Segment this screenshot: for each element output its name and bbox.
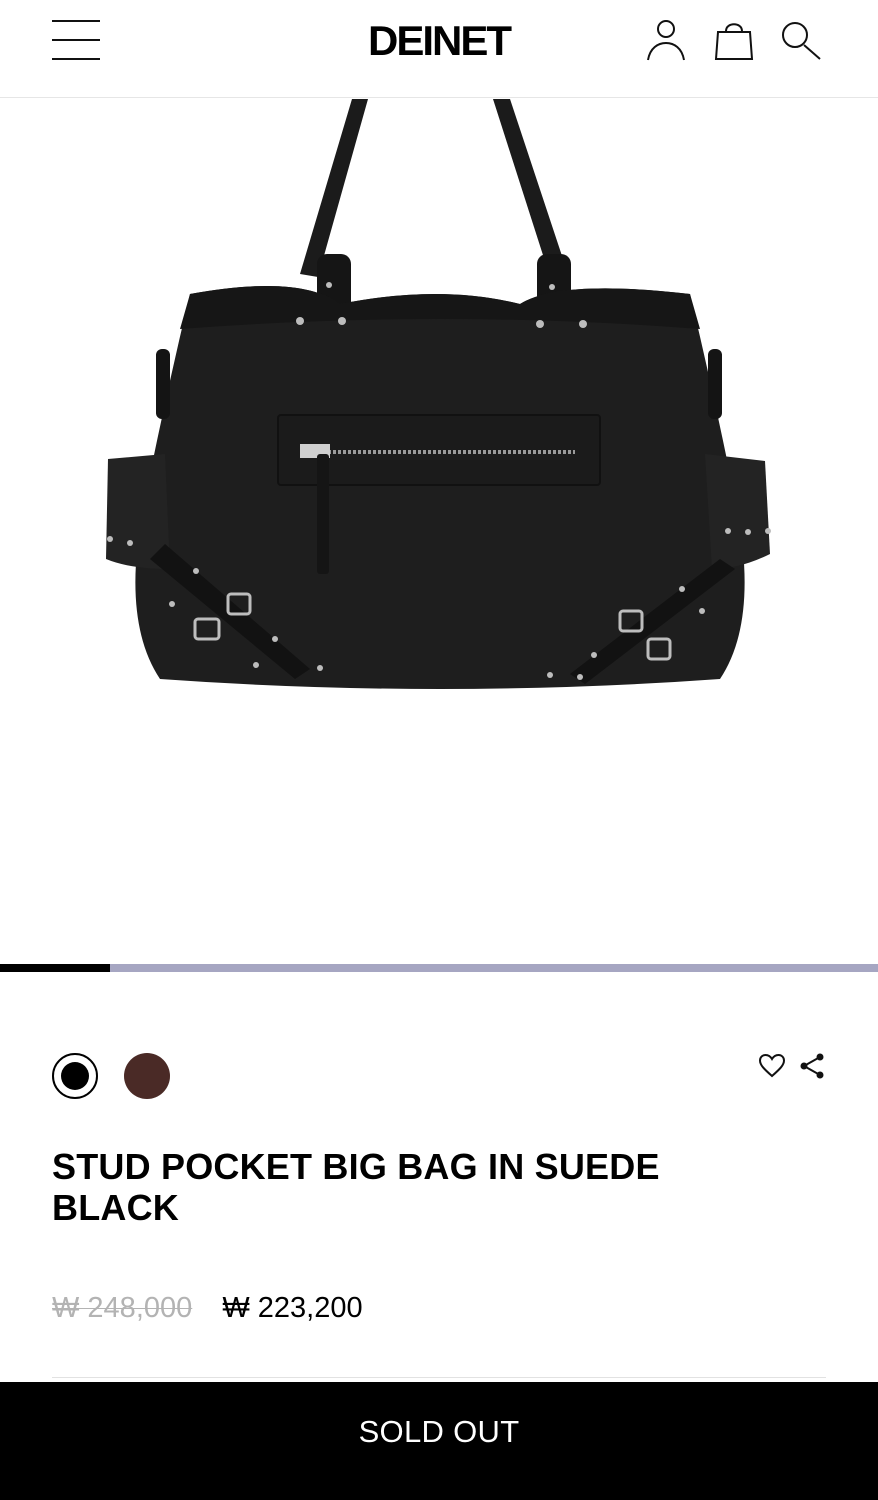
divider (52, 1377, 826, 1378)
sold-out-button[interactable]: SOLD OUT (0, 1382, 878, 1500)
user-icon[interactable] (644, 18, 690, 64)
sale-price: ₩ 223,200 (222, 1292, 363, 1324)
share-icon[interactable] (798, 1052, 826, 1080)
site-header: DEINET (0, 0, 878, 98)
price-block: ₩ 248,000 ₩ 223,200 (52, 1290, 363, 1326)
product-image[interactable] (0, 99, 878, 964)
heart-icon[interactable] (758, 1052, 786, 1080)
gallery-progress-fill (0, 964, 110, 972)
product-title-line1: STUD POCKET BIG BAG IN SUEDE (52, 1146, 660, 1187)
search-icon[interactable] (778, 18, 824, 64)
original-price: ₩ 248,000 (52, 1292, 193, 1324)
color-swatch-black[interactable] (52, 1053, 98, 1099)
product-title: STUD POCKET BIG BAG IN SUEDE BLACK (52, 1146, 832, 1228)
product-title-line2: BLACK (52, 1187, 179, 1228)
shopping-bag-icon[interactable] (711, 18, 757, 64)
gallery-progress-bar[interactable] (0, 964, 878, 972)
color-swatch-brown[interactable] (124, 1053, 170, 1099)
bag-illustration (106, 99, 771, 689)
